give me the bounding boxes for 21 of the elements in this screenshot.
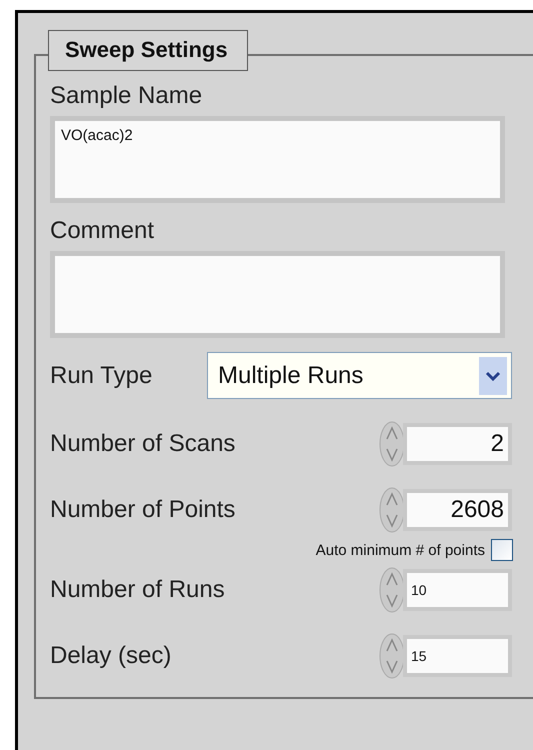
field-label: Number of Points: [50, 496, 236, 524]
checkbox[interactable]: [491, 539, 513, 561]
spinner-arrows-icon[interactable]: [379, 633, 405, 679]
field-label: Number of Runs: [50, 576, 226, 604]
spinner-arrows-icon[interactable]: [379, 567, 405, 613]
field-label: Run Type: [50, 362, 154, 390]
field-label: Delay (sec): [50, 642, 172, 670]
text-field[interactable]: [50, 251, 505, 338]
numeric-field[interactable]: 15: [403, 635, 512, 677]
field-label: Number of Scans: [50, 430, 236, 458]
numeric-field[interactable]: 2: [403, 423, 512, 465]
field-label: Comment: [50, 217, 156, 245]
group-title: Sweep Settings: [48, 30, 248, 71]
numeric-field[interactable]: 2608: [403, 489, 512, 531]
checkbox-label: Auto minimum # of points: [316, 542, 485, 558]
spinner-arrows-icon[interactable]: [379, 421, 405, 467]
dropdown[interactable]: Multiple Runs: [207, 352, 512, 399]
field-label: Sample Name: [50, 82, 204, 110]
text-field[interactable]: VO(acac)2: [50, 116, 505, 203]
numeric-field[interactable]: 10: [403, 569, 512, 611]
spinner-arrows-icon[interactable]: [379, 487, 405, 533]
